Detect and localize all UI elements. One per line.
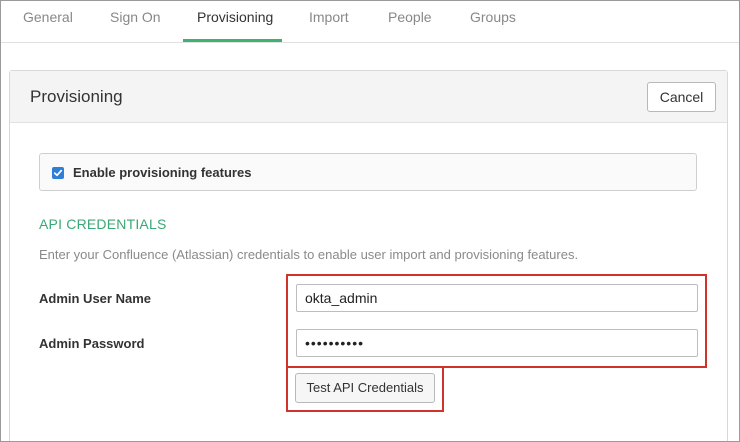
panel-header: Provisioning Cancel xyxy=(10,71,727,123)
tab-import[interactable]: Import xyxy=(309,1,349,43)
enable-provisioning-checkbox[interactable] xyxy=(52,167,64,179)
cancel-button[interactable]: Cancel xyxy=(647,82,716,112)
checkmark-icon xyxy=(53,169,63,177)
enable-provisioning-row[interactable]: Enable provisioning features xyxy=(39,153,697,191)
test-button-highlight-box xyxy=(286,366,444,412)
active-tab-indicator xyxy=(183,39,282,42)
tab-people[interactable]: People xyxy=(388,1,432,43)
admin-username-label: Admin User Name xyxy=(39,291,151,306)
enable-provisioning-label: Enable provisioning features xyxy=(73,165,252,180)
api-credentials-description: Enter your Confluence (Atlassian) creden… xyxy=(39,247,579,262)
admin-password-label: Admin Password xyxy=(39,336,145,351)
tab-bar: General Sign On Provisioning Import Peop… xyxy=(1,1,739,43)
tab-provisioning[interactable]: Provisioning xyxy=(197,1,273,43)
app-window: General Sign On Provisioning Import Peop… xyxy=(0,0,740,442)
tab-sign-on[interactable]: Sign On xyxy=(110,1,161,43)
credentials-highlight-box xyxy=(286,274,707,368)
tab-groups[interactable]: Groups xyxy=(470,1,516,43)
panel-title: Provisioning xyxy=(30,87,123,106)
api-credentials-heading: API CREDENTIALS xyxy=(39,216,167,232)
tab-general[interactable]: General xyxy=(23,1,73,43)
